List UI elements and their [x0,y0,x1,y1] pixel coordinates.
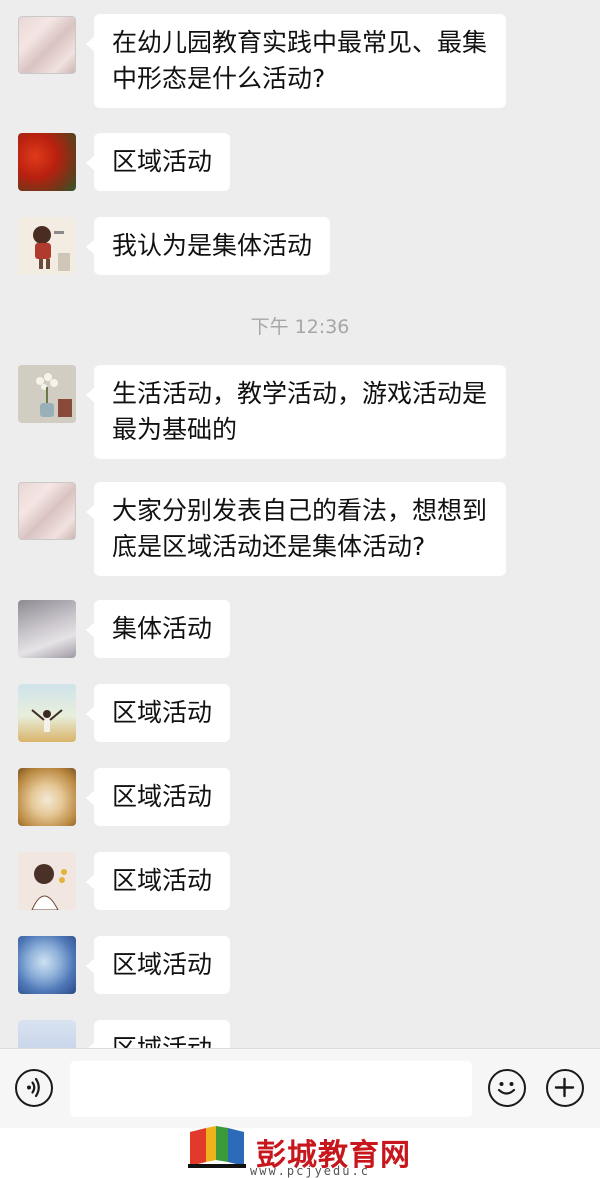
brand-url: www.pcjyedu.c [250,1164,370,1178]
message-text: 生活活动，教学活动，游戏活动是最为基础的 [112,379,488,444]
message-bubble: 区域活动 [86,1020,230,1048]
avatar[interactable] [18,217,76,275]
avatar[interactable] [18,365,76,423]
emoji-button[interactable] [488,1069,526,1107]
plus-icon [554,1077,575,1098]
message-text: 区域活动 [112,950,213,979]
avatar[interactable] [18,768,76,826]
message-text: 区域活动 [112,782,213,811]
message-text: 集体活动 [112,614,213,643]
book-logo-icon [188,1126,246,1168]
message-text: 我认为是集体活动 [112,231,313,260]
message-text: 区域活动 [112,1034,212,1048]
message-bubble: 区域活动 [86,936,230,994]
chat-area: 在幼儿园教育实践中最常见、最集中形态是什么活动? 区域活动 我认为是集体活动 下… [0,0,600,1048]
avatar[interactable] [18,16,76,74]
avatar[interactable] [18,482,76,540]
avatar[interactable] [18,684,76,742]
timestamp: 下午 12:36 [250,316,350,338]
message-text: 在幼儿园教育实践中最常见、最集中形态是什么活动? [112,28,488,93]
message-bubble: 生活活动，教学活动，游戏活动是最为基础的 [86,365,506,459]
plus-button[interactable] [546,1069,584,1107]
emoji-icon [497,1082,516,1095]
avatar[interactable] [18,852,76,910]
message-bubble: 区域活动 [86,133,230,191]
watermark-footer: 彭城教育网 www.pcjyedu.c [0,1126,600,1178]
voice-icon [27,1077,40,1098]
message-text: 区域活动 [112,866,213,895]
message-bubble: 区域活动 [86,684,230,742]
avatar[interactable] [18,936,76,994]
message-input[interactable] [70,1061,472,1117]
message-text: 大家分别发表自己的看法，想想到底是区域活动还是集体活动? [112,496,488,561]
message-text: 区域活动 [112,698,213,727]
input-toolbar [0,1048,600,1128]
avatar[interactable] [18,1020,76,1048]
voice-button[interactable] [15,1069,53,1107]
message-bubble: 区域活动 [86,852,230,910]
avatar[interactable] [18,600,76,658]
message-bubble: 大家分别发表自己的看法，想想到底是区域活动还是集体活动? [86,482,506,576]
message-bubble: 区域活动 [86,768,230,826]
message-bubble: 集体活动 [86,600,230,658]
message-bubble: 在幼儿园教育实践中最常见、最集中形态是什么活动? [86,14,506,108]
message-bubble: 我认为是集体活动 [86,217,330,275]
message-text: 区域活动 [112,147,213,176]
avatar[interactable] [18,133,76,191]
